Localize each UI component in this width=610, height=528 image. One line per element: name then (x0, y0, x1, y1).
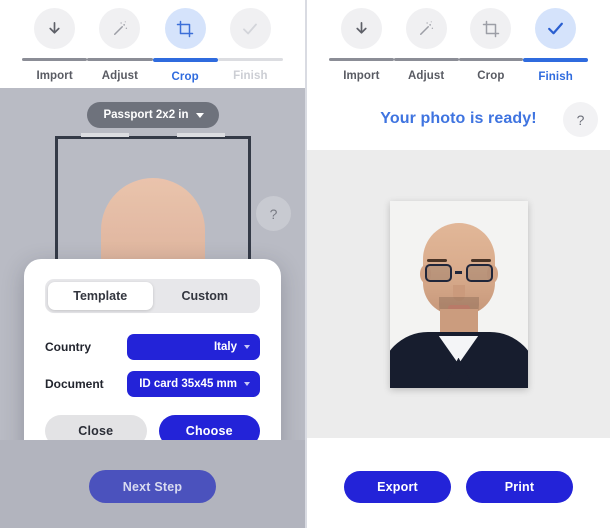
step-rule-finish (217, 58, 283, 61)
photo-glasses-bridge (455, 271, 462, 274)
print-button[interactable]: Print (466, 471, 573, 503)
photo-eyebrow-right (470, 258, 491, 262)
ready-header: Your photo is ready! ? (307, 88, 610, 150)
tab-template[interactable]: Template (48, 282, 153, 310)
magic-wand-icon (405, 8, 447, 49)
check-icon (535, 8, 577, 49)
document-dropdown-value: ID card 35x45 mm (139, 378, 237, 390)
left-panel-crop-step: Import Adjust Crop Finish Passport 2x2 i… (0, 0, 305, 528)
country-dropdown-value: Italy (213, 341, 237, 353)
magic-wand-icon (99, 8, 141, 49)
document-row: Document ID card 35x45 mm (45, 371, 260, 397)
step-crop[interactable]: Crop (152, 8, 218, 83)
chevron-down-icon (244, 382, 250, 386)
app-root: Import Adjust Crop Finish Passport 2x2 i… (0, 0, 610, 528)
right-panel-finish-step: Import Adjust Crop Finish Your photo is … (305, 0, 610, 528)
photo-lens-right (465, 263, 493, 282)
right-footer: Export Print (307, 438, 610, 528)
step-rule-import (22, 58, 88, 61)
download-arrow-icon (340, 8, 382, 49)
step-finish[interactable]: Finish (523, 8, 588, 83)
step-rule-import (329, 58, 394, 61)
step-label-import: Import (36, 70, 73, 82)
step-rule-crop (458, 58, 524, 61)
step-label-finish: Finish (538, 71, 573, 83)
passport-photo[interactable] (389, 200, 528, 388)
step-rule-adjust (87, 58, 153, 61)
step-import[interactable]: Import (22, 8, 88, 82)
step-finish[interactable]: Finish (217, 8, 283, 82)
download-arrow-icon (34, 8, 76, 49)
step-rule-crop (152, 58, 218, 62)
step-label-finish: Finish (233, 70, 268, 82)
step-label-adjust: Adjust (101, 70, 139, 82)
left-step-navigation: Import Adjust Crop Finish (0, 0, 305, 88)
step-rule-finish (523, 58, 588, 62)
step-adjust[interactable]: Adjust (87, 8, 153, 82)
step-label-adjust: Adjust (407, 70, 445, 82)
crop-icon (470, 8, 512, 49)
photo-eyebrow-left (426, 258, 447, 262)
step-rule-adjust (393, 58, 459, 61)
step-import[interactable]: Import (329, 8, 394, 82)
country-label: Country (45, 340, 91, 354)
check-icon (229, 8, 271, 49)
photo-lens-left (424, 263, 452, 282)
step-label-import: Import (343, 70, 380, 82)
right-step-navigation: Import Adjust Crop Finish (307, 0, 610, 88)
step-crop[interactable]: Crop (458, 8, 524, 82)
help-button-right[interactable]: ? (563, 102, 598, 137)
country-row: Country Italy (45, 334, 260, 360)
template-picker-modal: Template Custom Country Italy Document I… (24, 259, 281, 466)
photo-preview-stage (307, 150, 610, 438)
photo-glasses (424, 263, 493, 282)
document-dropdown[interactable]: ID card 35x45 mm (127, 371, 260, 397)
page-title: Your photo is ready! (380, 110, 537, 127)
document-label: Document (45, 377, 104, 391)
step-adjust[interactable]: Adjust (393, 8, 459, 82)
left-footer: Next Step (0, 440, 305, 528)
next-step-button[interactable]: Next Step (89, 470, 216, 503)
step-label-crop: Crop (171, 71, 199, 83)
export-button[interactable]: Export (344, 471, 451, 503)
step-label-crop: Crop (477, 70, 505, 82)
modal-tab-group: Template Custom (45, 279, 260, 313)
tab-custom[interactable]: Custom (153, 282, 258, 310)
chevron-down-icon (244, 345, 250, 349)
crop-icon (164, 8, 206, 49)
country-dropdown[interactable]: Italy (127, 334, 260, 360)
